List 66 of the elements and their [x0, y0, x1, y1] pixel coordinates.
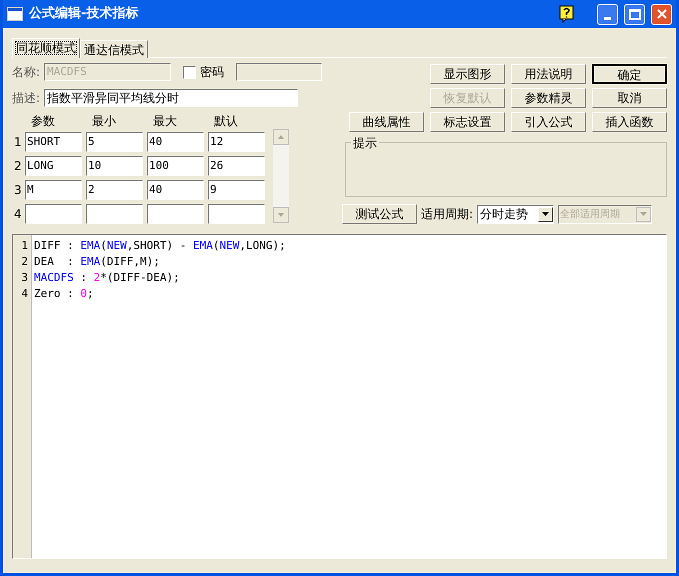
- group-title: 提示: [351, 134, 379, 152]
- period-dropdown[interactable]: 分时走势: [477, 204, 554, 224]
- column-header: 最大: [152, 113, 178, 130]
- field-label: 适用周期:: [421, 206, 474, 223]
- dialog-button[interactable]: 用法说明: [511, 64, 586, 84]
- column-header: 参数: [30, 113, 56, 130]
- window-title: 公式编辑-技术指标: [29, 4, 138, 24]
- row-number: 1: [13, 134, 23, 151]
- param-field[interactable]: 40: [147, 132, 204, 152]
- code-editor[interactable]: 1 2 3 4 DIFF : EMA(NEW,SHORT) - EMA(NEW,LONG); DEA : EMA(DIFF,M); MACDFS : 2*(DIFF-DEA); Zero : 0;: [12, 234, 667, 559]
- line-number: 1: [21, 238, 28, 254]
- row-number: 4: [13, 206, 23, 223]
- line-number: 4: [21, 286, 28, 302]
- dialog-button[interactable]: 参数精灵: [511, 88, 586, 108]
- minimize-button[interactable]: [597, 4, 618, 24]
- row-number: 3: [13, 182, 23, 199]
- column-header: 最小: [91, 113, 117, 130]
- dialog-button[interactable]: 测试公式: [342, 204, 417, 224]
- row-number: 2: [13, 158, 23, 175]
- down-arrow-icon: [278, 213, 284, 217]
- checkbox-label: 密码: [200, 64, 224, 81]
- tab[interactable]: 通达信模式: [80, 40, 148, 58]
- param-field[interactable]: LONG: [25, 156, 82, 176]
- dialog-button[interactable]: 插入函数: [592, 112, 667, 132]
- dialog-button[interactable]: 曲线属性: [349, 112, 424, 132]
- dropdown-arrow-icon: [542, 212, 550, 216]
- checkbox[interactable]: [183, 66, 196, 78]
- dropdown-arrow-icon: [640, 212, 648, 216]
- param-field[interactable]: SHORT: [25, 132, 82, 152]
- param-field[interactable]: 9: [208, 180, 265, 200]
- param-field[interactable]: 2: [86, 180, 143, 200]
- param-field[interactable]: [25, 204, 82, 224]
- column-header: 默认: [213, 113, 239, 130]
- param-field[interactable]: 40: [147, 180, 204, 200]
- line-number: 2: [21, 254, 28, 270]
- param-field[interactable]: M: [25, 180, 82, 200]
- code-line: MACDFS : 2*(DIFF-DEA);: [34, 270, 181, 286]
- dialog-button[interactable]: 确定: [592, 64, 667, 84]
- maximize-button[interactable]: [624, 4, 645, 24]
- dialog-button[interactable]: 引入公式: [511, 112, 586, 132]
- param-field[interactable]: [86, 204, 143, 224]
- code-line: Zero : 0;: [34, 286, 95, 302]
- close-icon: [656, 9, 666, 19]
- password-field[interactable]: [236, 63, 322, 81]
- dialog-button[interactable]: 标志设置: [430, 112, 505, 132]
- param-field[interactable]: 26: [208, 156, 265, 176]
- param-field[interactable]: 100: [147, 156, 204, 176]
- param-field[interactable]: 10: [86, 156, 143, 176]
- param-field[interactable]: [147, 204, 204, 224]
- param-field[interactable]: 5: [86, 132, 143, 152]
- tab[interactable]: 同花顺模式: [12, 38, 80, 58]
- param-field[interactable]: [208, 204, 265, 224]
- code-line: DEA : EMA(DIFF,M);: [34, 254, 161, 270]
- param-field[interactable]: 12: [208, 132, 265, 152]
- help-icon[interactable]: [559, 5, 575, 23]
- scrollbar[interactable]: [273, 129, 289, 223]
- dialog-button[interactable]: 显示图形: [430, 64, 505, 84]
- field-label: 描述:: [12, 90, 40, 107]
- window-icon: [7, 7, 23, 21]
- line-number: 3: [21, 270, 28, 286]
- close-button[interactable]: [651, 4, 672, 24]
- code-line: DIFF : EMA(NEW,SHORT) - EMA(NEW,LONG);: [34, 238, 287, 254]
- field-label: 名称:: [12, 64, 40, 81]
- description-field[interactable]: 指数平滑异同平均线分时: [44, 89, 298, 107]
- up-arrow-icon: [278, 135, 284, 139]
- dialog-button[interactable]: 取消: [592, 88, 667, 108]
